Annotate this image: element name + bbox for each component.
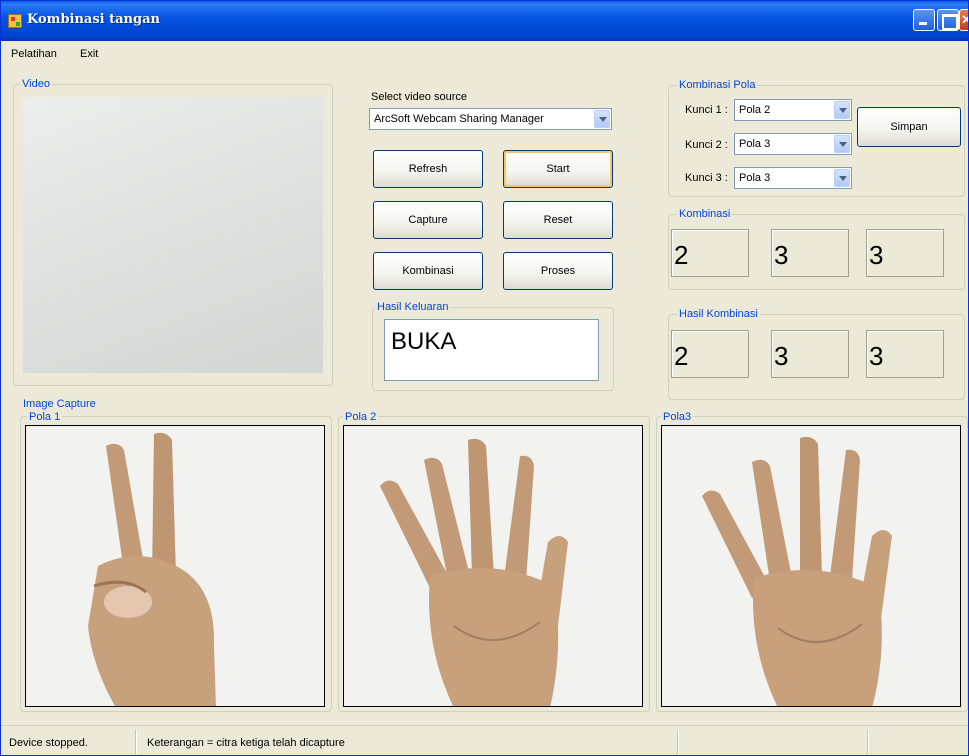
kunci-2-value: Pola 3	[739, 138, 771, 150]
pola-3-label: Pola3	[661, 411, 694, 423]
video-group-label: Video	[20, 78, 52, 90]
refresh-button[interactable]: Refresh	[373, 150, 483, 188]
hasil-kombinasi-value-3: 3	[866, 330, 944, 378]
kunci-3-select[interactable]: Pola 3	[734, 167, 852, 189]
maximize-button[interactable]	[937, 9, 959, 31]
kombinasi-pola-label: Kombinasi Pola	[677, 79, 758, 91]
status-divider	[677, 730, 678, 754]
video-source-value: ArcSoft Webcam Sharing Manager	[374, 113, 544, 125]
hasil-keluaran-output[interactable]: BUKA	[384, 319, 599, 381]
kunci-1-value: Pola 2	[739, 104, 771, 116]
hasil-keluaran-label: Hasil Keluaran	[375, 301, 451, 313]
menu-exit[interactable]: Exit	[80, 48, 98, 60]
status-bar: Device stopped. Keterangan = citra ketig…	[1, 725, 968, 755]
kunci-3-label: Kunci 3 :	[685, 172, 728, 184]
kombinasi-number: 2	[674, 240, 689, 270]
pola-1-image	[25, 425, 325, 707]
hasil-kombinasi-number: 3	[774, 341, 789, 371]
chevron-down-icon[interactable]	[594, 110, 610, 128]
menu-pelatihan[interactable]: Pelatihan	[11, 48, 57, 60]
kombinasi-number: 3	[774, 240, 789, 270]
pola-2-image	[343, 425, 643, 707]
hasil-kombinasi-value-2: 3	[771, 330, 849, 378]
kunci-2-select[interactable]: Pola 3	[734, 133, 852, 155]
open-palm-hand-icon	[662, 426, 960, 706]
kombinasi-value-2: 3	[771, 229, 849, 277]
keterangan-status: Keterangan = citra ketiga telah dicaptur…	[147, 737, 345, 749]
hasil-kombinasi-label: Hasil Kombinasi	[677, 308, 760, 320]
chevron-down-icon[interactable]	[834, 101, 850, 119]
menu-bar: Pelatihan Exit	[1, 41, 968, 67]
open-palm-hand-icon	[344, 426, 642, 706]
window-title: Kombinasi tangan	[27, 12, 160, 27]
kunci-1-select[interactable]: Pola 2	[734, 99, 852, 121]
reset-button[interactable]: Reset	[503, 201, 613, 239]
pola-3-image	[661, 425, 961, 707]
kombinasi-value-3: 3	[866, 229, 944, 277]
status-divider	[135, 730, 136, 754]
minimize-button[interactable]	[913, 9, 935, 31]
capture-button[interactable]: Capture	[373, 201, 483, 239]
simpan-button[interactable]: Simpan	[857, 107, 961, 147]
device-status: Device stopped.	[9, 737, 88, 749]
hasil-keluaran-value: BUKA	[391, 328, 457, 355]
kombinasi-number: 3	[869, 240, 884, 270]
chevron-down-icon[interactable]	[834, 169, 850, 187]
proses-button[interactable]: Proses	[503, 252, 613, 290]
main-window: Kombinasi tangan Pelatihan Exit Video Se…	[0, 0, 969, 756]
title-bar[interactable]: Kombinasi tangan	[1, 1, 968, 41]
hasil-kombinasi-value-1: 2	[671, 330, 749, 378]
kunci-2-label: Kunci 2 :	[685, 139, 728, 151]
start-button[interactable]: Start	[503, 150, 613, 188]
kombinasi-value-1: 2	[671, 229, 749, 277]
app-icon	[8, 14, 22, 28]
hasil-kombinasi-number: 2	[674, 341, 689, 371]
video-preview	[23, 97, 323, 373]
video-source-select[interactable]: ArcSoft Webcam Sharing Manager	[369, 108, 612, 130]
pola-1-label: Pola 1	[27, 411, 63, 423]
two-fingers-hand-icon	[26, 426, 324, 706]
kombinasi-label: Kombinasi	[677, 208, 733, 220]
kunci-3-value: Pola 3	[739, 172, 771, 184]
kunci-1-label: Kunci 1 :	[685, 104, 728, 116]
hasil-kombinasi-number: 3	[869, 341, 884, 371]
image-capture-label: Image Capture	[21, 398, 98, 410]
kombinasi-button[interactable]: Kombinasi	[373, 252, 483, 290]
chevron-down-icon[interactable]	[834, 135, 850, 153]
status-divider	[867, 730, 868, 754]
pola-2-label: Pola 2	[343, 411, 379, 423]
source-label: Select video source	[371, 91, 467, 103]
close-button[interactable]	[959, 9, 968, 31]
